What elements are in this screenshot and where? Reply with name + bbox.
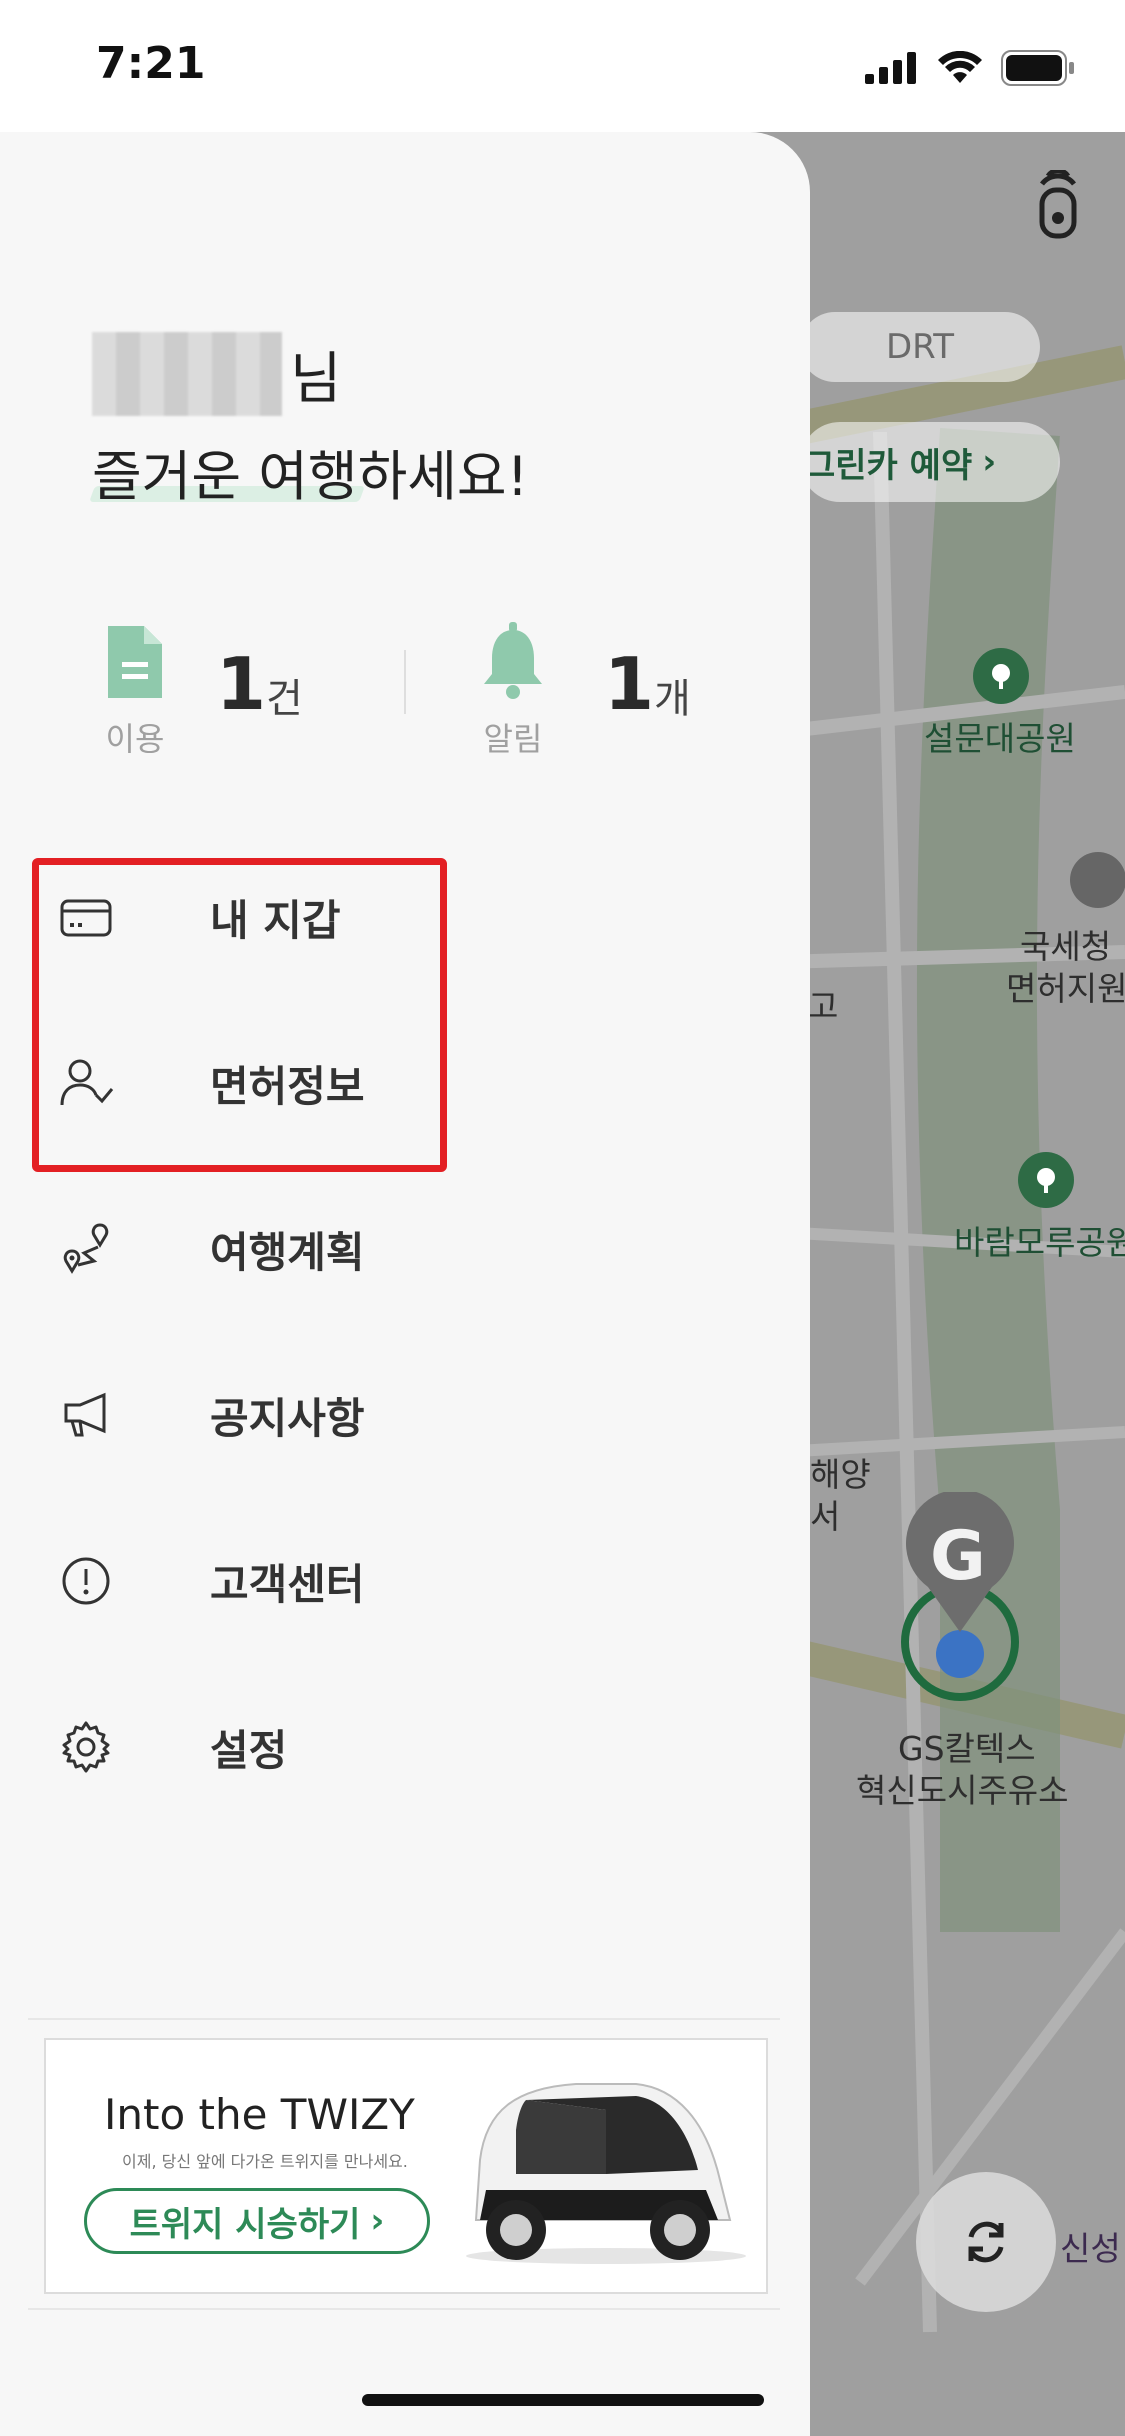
map-label-sinsung: 신성 — [1060, 2229, 1121, 2268]
marker-letter: G — [930, 1517, 986, 1596]
reserve-label: 그린카 예약 — [804, 445, 973, 486]
twizy-banner[interactable]: Into the TWIZY 이제, 당신 앞에 다가온 트위지를 만나세요. … — [44, 2038, 768, 2294]
menu-label-trip-plan: 여행계획 — [210, 1227, 365, 1277]
banner-subtitle: 이제, 당신 앞에 다가온 트위지를 만나세요. — [122, 2152, 408, 2171]
map-label-sea-2: 서 — [810, 1497, 841, 1536]
stat-divider — [404, 650, 406, 714]
menu-notice[interactable]: 공지사항 — [0, 1340, 810, 1490]
map-label-park2: 바람모루공원 — [954, 1223, 1125, 1262]
status-time: 7:21 — [96, 38, 206, 89]
alert-circle-icon — [62, 1557, 110, 1605]
map-label-sea-1: 해양 — [810, 1455, 871, 1494]
park-icon[interactable] — [973, 648, 1029, 704]
greeting-text: 즐거운 여행하세요! — [92, 445, 529, 508]
menu-trip-plan[interactable]: 여행계획 — [0, 1174, 810, 1324]
menu-label-customer-center: 고객센터 — [210, 1559, 365, 1609]
highlight-annotation-box — [32, 858, 447, 1172]
banner-divider-bottom — [28, 2308, 780, 2310]
chevron-right-icon: › — [370, 2201, 385, 2241]
greencar-reserve-chip[interactable]: 그린카 예약 › — [800, 422, 1060, 502]
wifi-icon — [938, 51, 982, 83]
megaphone-icon — [64, 1392, 106, 1437]
signal-icon — [865, 52, 916, 84]
chevron-right-icon: › — [982, 442, 997, 482]
usage-unit: 건 — [266, 676, 303, 722]
battery-icon — [1001, 50, 1074, 86]
menu-label-settings: 설정 — [210, 1725, 288, 1775]
map-label-office-2: 면허지원 — [1006, 969, 1125, 1008]
refresh-button[interactable] — [916, 2172, 1056, 2312]
twizy-car-image — [466, 2083, 746, 2264]
menu-customer-center[interactable]: 고객센터 — [0, 1506, 810, 1656]
menu-label-notice: 공지사항 — [210, 1393, 365, 1443]
document-icon — [108, 626, 162, 698]
name-suffix: 님 — [290, 346, 342, 412]
alarm-value: 1 — [604, 642, 655, 726]
status-icons — [865, 50, 1075, 86]
banner-title: Into the TWIZY — [104, 2090, 415, 2139]
map-label-gs-1: GS칼텍스 — [898, 1729, 1036, 1768]
map-label-go: 고 — [808, 987, 839, 1026]
cctv-icon[interactable] — [1036, 170, 1080, 240]
banner-button-label: 트위지 시승하기 — [129, 2204, 361, 2245]
bell-icon — [484, 622, 542, 699]
twizy-test-drive-button[interactable]: 트위지 시승하기 › — [84, 2188, 430, 2254]
gear-icon — [62, 1721, 110, 1773]
map-label-gs-2: 혁신도시주유소 — [856, 1771, 1069, 1810]
drt-chip[interactable]: DRT — [800, 312, 1040, 382]
banner-divider-top — [28, 2018, 780, 2020]
menu-settings[interactable]: 설정 — [0, 1672, 810, 1822]
map-label-park1: 설문대공원 — [924, 719, 1076, 758]
usage-value: 1 — [216, 642, 267, 726]
user-greeting-name: 님 — [92, 332, 342, 416]
home-indicator[interactable] — [362, 2394, 764, 2406]
status-bar: 7:21 — [0, 0, 1125, 132]
map-label-office-1: 국세청 — [1020, 927, 1112, 966]
alarm-unit: 개 — [654, 676, 691, 722]
office-icon[interactable] — [1070, 852, 1125, 908]
usage-label: 이용 — [105, 720, 165, 758]
park-icon[interactable] — [1018, 1152, 1074, 1208]
alarm-label: 알림 — [483, 720, 543, 758]
side-drawer: 님 즐거운 여행하세요! 이용 1 건 알림 1 개 내 지갑 면허정보 여행계… — [0, 132, 810, 2436]
refresh-icon — [968, 2221, 1004, 2263]
route-pin-icon — [63, 1223, 109, 1274]
blurred-user-name — [92, 332, 282, 416]
